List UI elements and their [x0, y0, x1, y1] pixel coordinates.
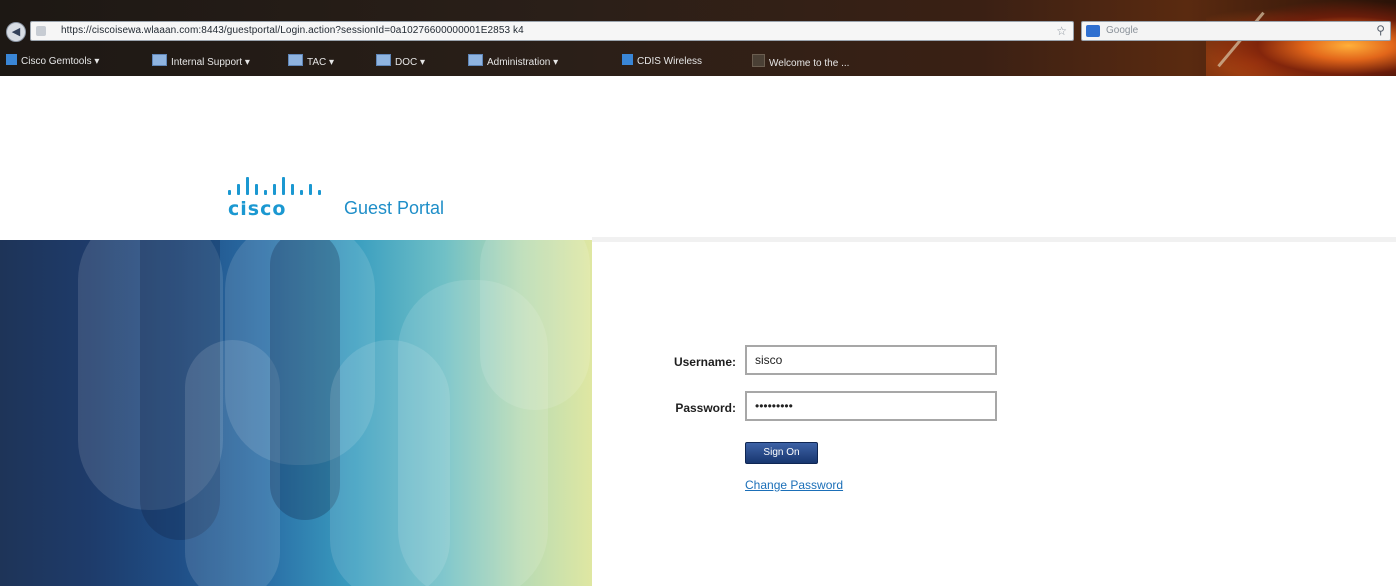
- bookmark-label: DOC ▾: [395, 57, 426, 68]
- password-input[interactable]: [745, 391, 997, 421]
- lock-icon: [36, 26, 46, 36]
- bookmark-label: CDIS Wireless: [637, 56, 703, 67]
- bookmark-star-icon[interactable]: ☆: [1056, 24, 1067, 38]
- bookmark-label: Welcome to the ...: [769, 58, 850, 69]
- browser-chrome: ◀ https://ciscoisewa.wlaaan.com:8443/gue…: [0, 0, 1396, 76]
- username-input[interactable]: [745, 345, 997, 375]
- folder-icon: [288, 54, 303, 66]
- sign-on-button[interactable]: Sign On: [745, 442, 818, 464]
- bookmark-label: Administration ▾: [487, 57, 559, 68]
- page-icon: [752, 54, 765, 67]
- username-label: Username:: [673, 355, 736, 369]
- bookmark-cdis-wireless[interactable]: CDIS Wireless: [622, 54, 702, 68]
- change-password-link[interactable]: Change Password: [745, 478, 843, 492]
- address-bar[interactable]: https://ciscoisewa.wlaaan.com:8443/guest…: [30, 21, 1074, 41]
- folder-icon: [152, 54, 167, 66]
- favicon-icon: [6, 54, 17, 65]
- search-placeholder[interactable]: Google: [1106, 25, 1138, 36]
- bookmark-doc[interactable]: DOC ▾: [376, 54, 425, 68]
- folder-icon: [468, 54, 483, 66]
- bookmark-administration[interactable]: Administration ▾: [468, 54, 558, 68]
- bookmarks-bar: Cisco Gemtools ▾ Internal Support ▾ TAC …: [0, 50, 1396, 72]
- header-divider: [592, 237, 1396, 242]
- password-label: Password:: [675, 401, 736, 415]
- favicon-icon: [622, 54, 633, 65]
- cisco-wordmark: cisco: [228, 198, 287, 220]
- bookmark-label: Cisco Gemtools ▾: [21, 56, 100, 67]
- bookmark-label: Internal Support ▾: [171, 57, 250, 68]
- bookmark-internal-support[interactable]: Internal Support ▾: [152, 54, 250, 68]
- page-title: Guest Portal: [344, 198, 445, 218]
- back-arrow-icon[interactable]: ◀: [6, 22, 26, 42]
- portal-banner-image: [0, 240, 592, 586]
- folder-icon: [376, 54, 391, 66]
- bookmark-tac[interactable]: TAC ▾: [288, 54, 334, 68]
- search-box[interactable]: Google ⚲: [1081, 21, 1391, 41]
- cisco-bars-icon: [228, 175, 328, 195]
- navigation-bar: ◀ https://ciscoisewa.wlaaan.com:8443/gue…: [0, 18, 1396, 44]
- bookmark-label: TAC ▾: [307, 57, 335, 68]
- search-icon[interactable]: ⚲: [1376, 23, 1385, 37]
- google-logo-icon[interactable]: [1086, 25, 1100, 37]
- url-text[interactable]: https://ciscoisewa.wlaaan.com:8443/guest…: [61, 25, 524, 36]
- bookmark-welcome[interactable]: Welcome to the ...: [752, 54, 850, 69]
- cisco-logo: cisco: [228, 175, 338, 220]
- bookmark-cisco-gemtools[interactable]: Cisco Gemtools ▾: [6, 54, 99, 68]
